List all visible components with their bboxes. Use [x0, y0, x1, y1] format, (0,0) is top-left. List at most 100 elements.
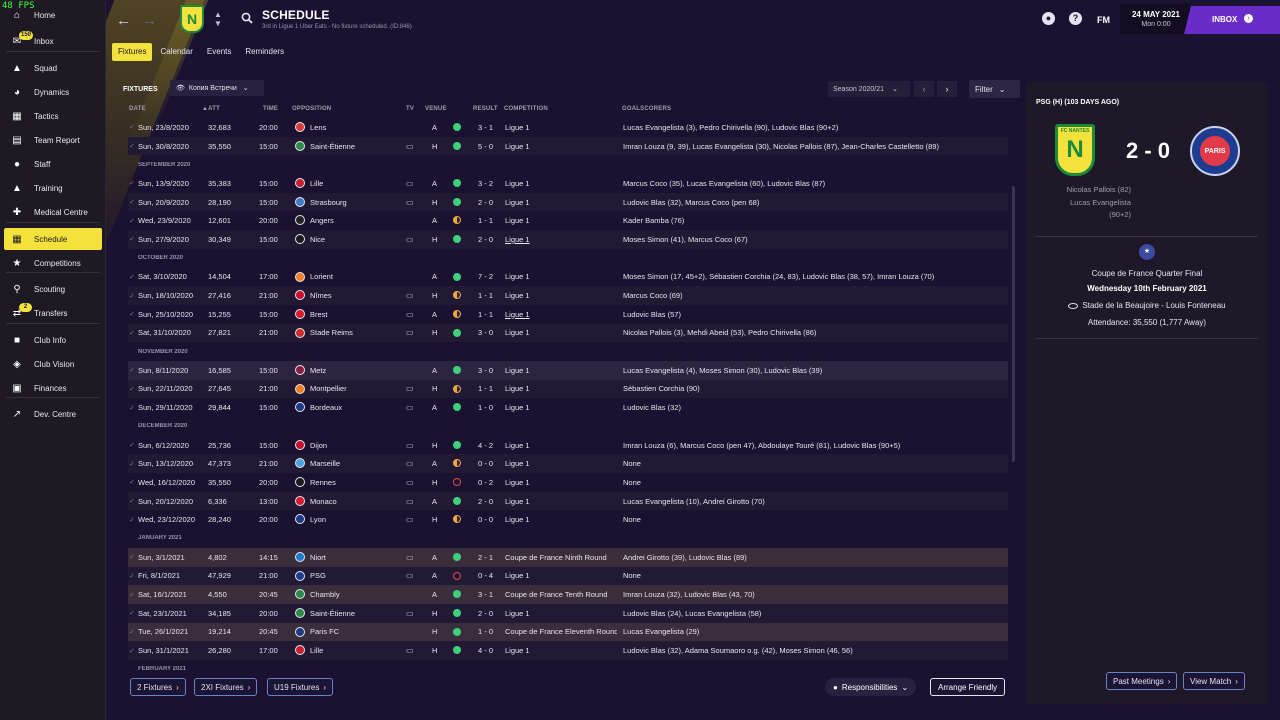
col-header-goalscorers[interactable]: GOALSCORERS	[622, 106, 671, 112]
fixture-row[interactable]: ✓ Sun, 20/12/2020 6,336 13:00 Monaco ▭ A 2 - 0L…	[128, 491, 1008, 511]
opponent-crest-icon[interactable]	[295, 570, 305, 581]
fixture-result[interactable]: 1 - 1	[478, 291, 502, 300]
fixture-competition[interactable]: Ligue 1	[505, 571, 617, 580]
opponent-name[interactable]: Bordeaux	[310, 403, 402, 412]
opponent-crest-icon[interactable]	[295, 551, 305, 562]
fixture-competition[interactable]: Ligue 1	[505, 459, 617, 468]
fixture-row[interactable]: ✓ Sun, 22/11/2020 27,645 21:00 Montpellier ▭ H…	[128, 379, 1008, 399]
tab-reminders[interactable]: Reminders	[239, 43, 290, 61]
fixture-result[interactable]: 2 - 0	[478, 235, 502, 244]
opponent-crest-icon[interactable]	[295, 589, 305, 600]
swap-club-icon[interactable]: ▲ ▼	[214, 10, 222, 28]
fixture-row[interactable]: ✓ Sun, 13/12/2020 47,373 21:00 Marseille ▭ A 0 …	[128, 454, 1008, 474]
fixture-row[interactable]: ✓ Sun, 31/1/2021 26,280 17:00 Lille ▭ H 4 - 0 Li…	[128, 641, 1008, 660]
col-header-venue[interactable]: VENUE	[425, 106, 447, 112]
fixture-result[interactable]: 3 - 0	[478, 328, 502, 337]
fixture-row[interactable]: ✓ Sun, 13/9/2020 35,383 15:00 Lille ▭ A 3 - 2 Li…	[128, 174, 1008, 193]
sidebar-item-finances[interactable]: ▣ Finances	[4, 377, 102, 399]
opponent-crest-icon[interactable]	[295, 327, 305, 338]
fixture-result[interactable]: 2 - 0	[478, 198, 502, 207]
away-team-crest[interactable]: PARIS	[1190, 126, 1240, 176]
opponent-crest-icon[interactable]	[295, 495, 305, 506]
col-header-result[interactable]: RESULT	[473, 106, 498, 112]
sidebar-item-club-info[interactable]: ■ Club Info	[4, 329, 102, 351]
sidebar-item-squad[interactable]: ▲ Squad	[4, 57, 102, 79]
fixture-competition[interactable]: Ligue 1	[505, 403, 617, 412]
opponent-crest-icon[interactable]	[295, 364, 305, 375]
fixture-row[interactable]: ✓ Tue, 26/1/2021 19,214 20:45 Paris FC H 1 - 0…	[128, 622, 1008, 642]
opponent-name[interactable]: Dijon	[310, 441, 402, 450]
sidebar-item-inbox[interactable]: ✉ 150 Inbox	[4, 30, 102, 52]
opponent-name[interactable]: Strasbourg	[310, 198, 402, 207]
tab-fixtures[interactable]: Fixtures	[112, 43, 153, 61]
opponent-name[interactable]: Lorient	[310, 272, 402, 281]
opponent-name[interactable]: Montpellier	[310, 384, 402, 393]
sidebar-item-medical-centre[interactable]: ✚ Medical Centre	[4, 201, 102, 223]
fixture-competition[interactable]: Ligue 1	[505, 198, 617, 207]
search-icon[interactable]	[241, 12, 253, 24]
opponent-crest-icon[interactable]	[295, 234, 305, 245]
sidebar-item-dev-centre[interactable]: ↗ Dev. Centre	[4, 403, 102, 425]
fixture-row[interactable]: ✓ Fri, 8/1/2021 47,929 21:00 PSG ▭ A 0 - 4 Ligue…	[128, 566, 1008, 586]
two-fixtures-button[interactable]: 2 Fixtures ›	[130, 678, 186, 696]
opponent-name[interactable]: Niort	[310, 553, 402, 562]
col-header-time[interactable]: TIME	[263, 106, 278, 112]
tab-events[interactable]: Events	[201, 43, 237, 61]
view-dropdown[interactable]: 👁 Копия Встречи ⌄	[170, 80, 264, 96]
fixture-result[interactable]: 2 - 1	[478, 553, 502, 562]
fixture-result[interactable]: 3 - 2	[478, 179, 502, 188]
opponent-crest-icon[interactable]	[295, 196, 305, 207]
fixture-competition[interactable]: Ligue 1	[505, 216, 617, 225]
opponent-crest-icon[interactable]	[295, 215, 305, 226]
past-meetings-button[interactable]: Past Meetings ›	[1106, 672, 1178, 690]
fixture-row[interactable]: ✓ Sun, 6/12/2020 25,736 15:00 Dijon ▭ H 4 - 2 Li…	[128, 436, 1008, 455]
social-icon[interactable]: ●	[1042, 12, 1055, 25]
opponent-name[interactable]: Angers	[310, 216, 402, 225]
opponent-name[interactable]: Marseille	[310, 459, 402, 468]
fixture-competition[interactable]: Ligue 1	[505, 291, 617, 300]
opponent-name[interactable]: Metz	[310, 366, 402, 375]
opponent-crest-icon[interactable]	[295, 402, 305, 413]
fixture-result[interactable]: 2 - 0	[478, 497, 502, 506]
responsibilities-button[interactable]: ● Responsibilities ⌄	[825, 678, 917, 696]
fixture-competition[interactable]: Ligue 1	[505, 328, 617, 337]
fixture-competition[interactable]: Ligue 1	[505, 366, 617, 375]
col-header-competition[interactable]: COMPETITION	[504, 106, 548, 112]
opponent-name[interactable]: Saint-Étienne	[310, 609, 402, 618]
opponent-name[interactable]: Lens	[310, 123, 402, 132]
sidebar-item-club-vision[interactable]: ◈ Club Vision	[4, 353, 102, 375]
fixture-row[interactable]: ✓ Sat, 16/1/2021 4,550 20:45 Chambly A 3 - 1 Co…	[128, 585, 1008, 604]
prev-season-icon[interactable]: ‹	[914, 81, 934, 97]
opponent-crest-icon[interactable]	[295, 439, 305, 450]
opponent-name[interactable]: Brest	[310, 310, 402, 319]
opponent-crest-icon[interactable]	[295, 477, 305, 488]
fm-menu-button[interactable]: FM	[1097, 15, 1110, 25]
opponent-name[interactable]: Saint-Étienne	[310, 142, 402, 151]
fixture-result[interactable]: 3 - 1	[478, 123, 502, 132]
fixture-result[interactable]: 1 - 1	[478, 384, 502, 393]
fixture-result[interactable]: 2 - 0	[478, 609, 502, 618]
fixture-competition[interactable]: Coupe de France Ninth Round	[505, 553, 617, 562]
sidebar-item-tactics[interactable]: ▦ Tactics	[4, 105, 102, 127]
forward-arrow-icon[interactable]: →	[142, 12, 157, 29]
fixture-result[interactable]: 0 - 4	[478, 571, 502, 580]
fixture-result[interactable]: 4 - 2	[478, 441, 502, 450]
view-match-button[interactable]: View Match ›	[1183, 672, 1245, 690]
opponent-crest-icon[interactable]	[295, 458, 305, 469]
opponent-crest-icon[interactable]	[295, 290, 305, 301]
next-season-icon[interactable]: ›	[937, 81, 957, 97]
col-header-att[interactable]: ▲ATT	[202, 106, 220, 112]
fixture-row[interactable]: ✓ Sun, 18/10/2020 27,416 21:00 Nîmes ▭ H 1 - 1L…	[128, 286, 1008, 305]
fixture-competition[interactable]: Ligue 1	[505, 235, 617, 244]
fixture-result[interactable]: 1 - 0	[478, 403, 502, 412]
col-header-opposition[interactable]: OPPOSITION	[292, 106, 331, 112]
fixture-result[interactable]: 5 - 0	[478, 142, 502, 151]
sidebar-item-scouting[interactable]: ⚲ Scouting	[4, 278, 102, 300]
fixture-competition[interactable]: Ligue 1	[505, 497, 617, 506]
opponent-crest-icon[interactable]	[295, 383, 305, 394]
fixture-competition[interactable]: Ligue 1	[505, 441, 617, 450]
filter-button[interactable]: Filter ⌄	[969, 80, 1020, 98]
sidebar-item-transfers[interactable]: ⇄ 2 Transfers	[4, 302, 102, 324]
sidebar-item-training[interactable]: ▲ Training	[4, 177, 102, 199]
fixture-row[interactable]: ✓ Sat, 31/10/2020 27,821 21:00 Stade Reims ▭ H…	[128, 323, 1008, 343]
